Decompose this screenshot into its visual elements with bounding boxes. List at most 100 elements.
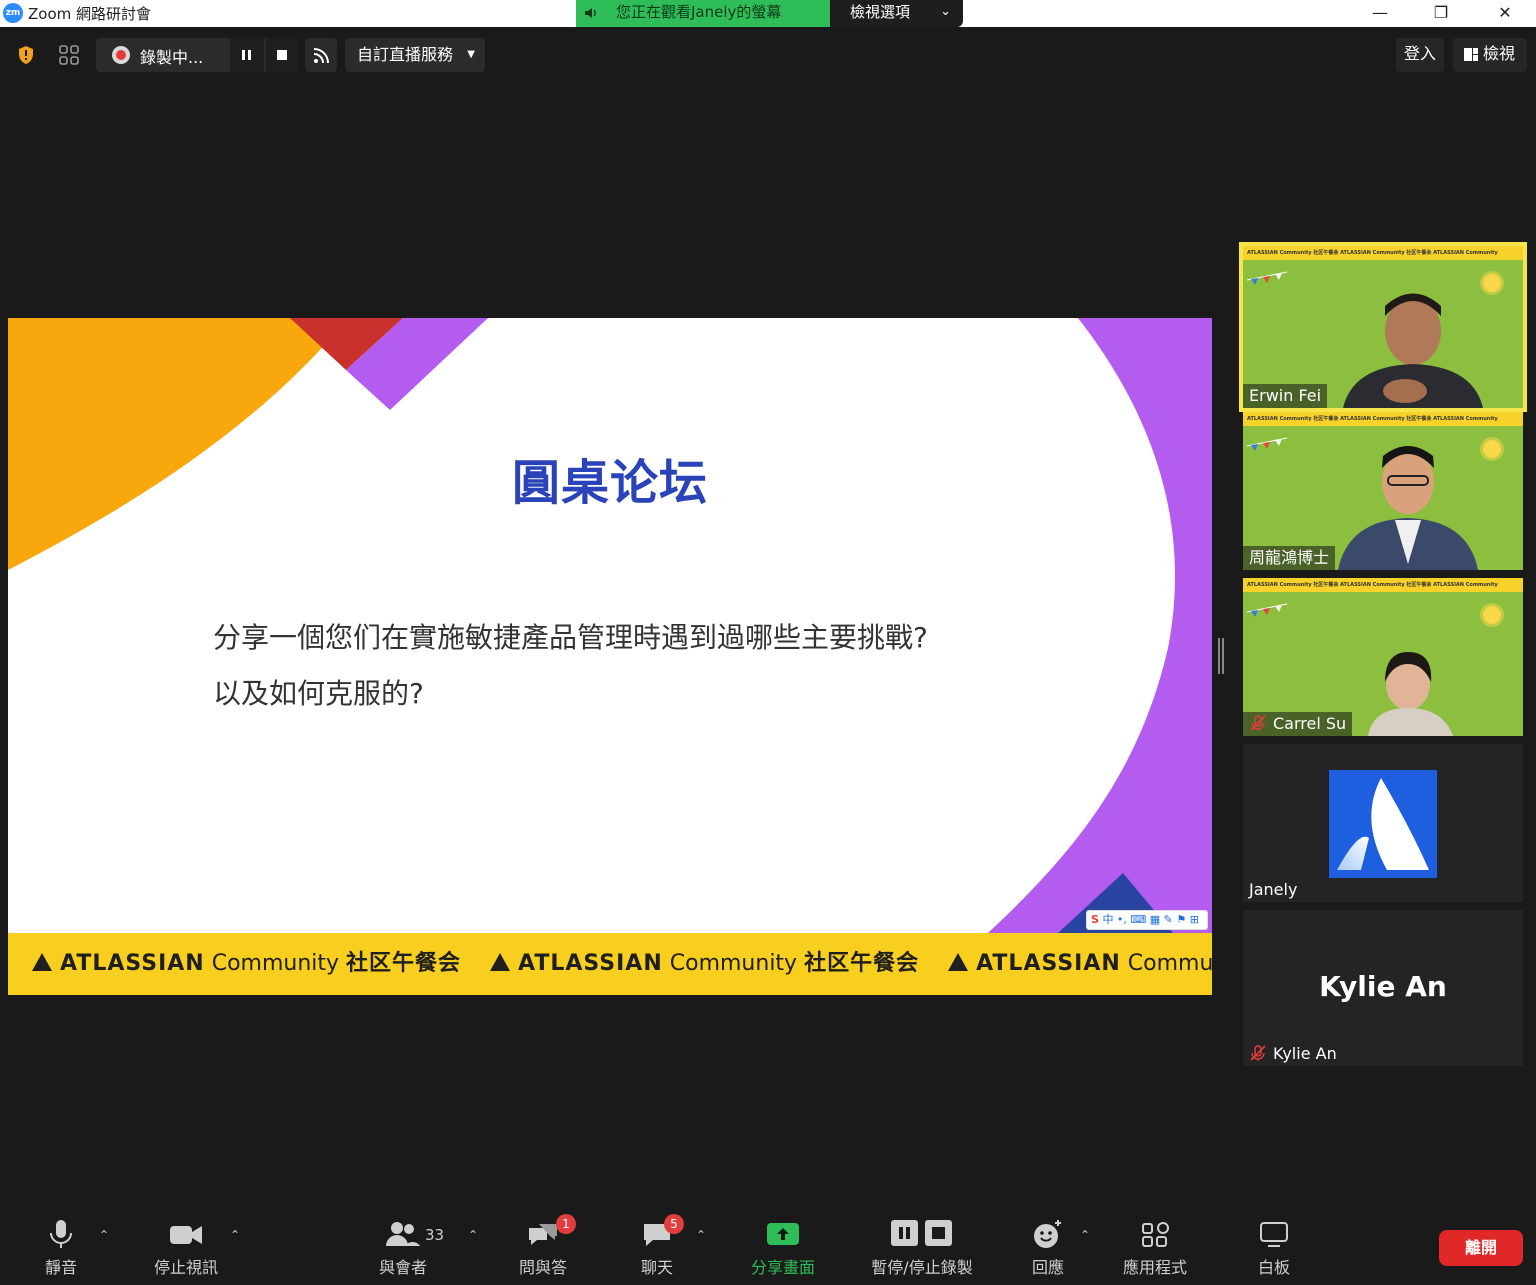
atlassian-logo-icon bbox=[948, 953, 969, 971]
qa-label: 問與答 bbox=[518, 1258, 567, 1277]
participant-tile-erwin-fei[interactable]: ATLASSIAN Community 社区午餐会 ATLASSIAN Comm… bbox=[1239, 242, 1527, 412]
pause-stop-recording-label: 暫停/停止錄製 bbox=[871, 1258, 973, 1277]
participant-tile-kylie-an[interactable]: Kylie An Kylie An bbox=[1243, 910, 1523, 1066]
participants-icon bbox=[386, 1222, 420, 1246]
participants-options-caret[interactable]: ⌃ bbox=[468, 1228, 478, 1242]
share-screen-label: 分享畫面 bbox=[750, 1258, 815, 1277]
participant-name-tag: Kylie An bbox=[1243, 1042, 1343, 1066]
stop-recording-button[interactable] bbox=[266, 38, 298, 72]
background-band-text: ATLASSIAN Community 社区午餐会 ATLASSIAN Comm… bbox=[1243, 246, 1523, 260]
apps-button[interactable]: 應用程式 bbox=[1118, 1218, 1192, 1278]
footer-brand: ATLASSIAN bbox=[518, 951, 663, 976]
atlassian-footer-band: ATLASSIAN Community 社区午餐会 ATLASSIAN Comm… bbox=[8, 933, 1212, 995]
stop-video-button[interactable]: 停止視訊 bbox=[145, 1218, 227, 1278]
caret-down-icon: ▼ bbox=[467, 49, 475, 60]
sign-in-button[interactable]: 登入 bbox=[1396, 38, 1444, 72]
microphone-icon bbox=[50, 1220, 72, 1248]
minimize-button[interactable]: — bbox=[1357, 0, 1403, 27]
audio-options-caret[interactable]: ⌃ bbox=[99, 1228, 109, 1242]
pause-recording-button[interactable] bbox=[230, 38, 264, 72]
background-band-text: ATLASSIAN Community 社区午餐会 ATLASSIAN Comm… bbox=[1243, 412, 1523, 426]
footer-brand: ATLASSIAN bbox=[976, 951, 1121, 976]
app-title: Zoom 網路研討會 bbox=[28, 5, 152, 23]
view-label: 檢視 bbox=[1483, 44, 1516, 63]
atlassian-avatar bbox=[1329, 770, 1437, 878]
mute-button[interactable]: 靜音 bbox=[30, 1218, 92, 1278]
qa-badge: 1 bbox=[556, 1214, 576, 1234]
bunting-icon bbox=[1247, 271, 1288, 285]
chat-button[interactable]: 5 聊天 bbox=[630, 1214, 684, 1278]
reactions-label: 回應 bbox=[1031, 1258, 1064, 1277]
participant-name-tag: Erwin Fei bbox=[1243, 384, 1328, 408]
panel-splitter-handle[interactable] bbox=[1218, 638, 1224, 674]
close-button[interactable]: ✕ bbox=[1482, 0, 1528, 27]
video-options-caret[interactable]: ⌃ bbox=[230, 1228, 240, 1242]
custom-live-stream-button[interactable]: 自訂直播服務 ▼ bbox=[345, 38, 485, 72]
footer-item: ATLASSIAN Community 社区午餐会 bbox=[490, 933, 919, 995]
sun-icon bbox=[1483, 440, 1501, 458]
top-toolbar: 錄製中... 自訂直播服務 ▼ 登入 檢視 bbox=[0, 27, 1536, 85]
restore-button[interactable]: ❐ bbox=[1418, 0, 1464, 27]
chat-options-caret[interactable]: ⌃ bbox=[696, 1228, 706, 1242]
live-stream-label: 自訂直播服務 bbox=[357, 45, 454, 64]
footer-suffix: 社区午餐会 bbox=[804, 951, 920, 976]
reactions-options-caret[interactable]: ⌃ bbox=[1080, 1228, 1090, 1242]
participants-label: 與會者 bbox=[378, 1258, 427, 1277]
chat-label: 聊天 bbox=[640, 1258, 673, 1277]
background-band-text: ATLASSIAN Community 社区午餐会 ATLASSIAN Comm… bbox=[1243, 578, 1523, 592]
pause-stop-recording-button[interactable]: 暫停/停止錄製 bbox=[862, 1218, 982, 1278]
footer-community: Community bbox=[1127, 951, 1212, 976]
participant-tile-carrel-su[interactable]: ATLASSIAN Community 社区午餐会 ATLASSIAN Comm… bbox=[1243, 578, 1523, 736]
security-shield-icon[interactable] bbox=[17, 45, 35, 65]
bunting-icon bbox=[1247, 437, 1288, 451]
atlassian-logo-icon bbox=[1337, 778, 1429, 870]
participant-name-tag: 周龍鴻博士 bbox=[1243, 546, 1336, 570]
whiteboard-label: 白板 bbox=[1257, 1258, 1290, 1277]
participant-name: Kylie An bbox=[1273, 1044, 1337, 1063]
participant-tile-dr-zhou[interactable]: ATLASSIAN Community 社区午餐会 ATLASSIAN Comm… bbox=[1243, 412, 1523, 570]
stop-icon bbox=[277, 50, 287, 60]
participant-name: Carrel Su bbox=[1273, 714, 1347, 733]
record-dot-icon bbox=[112, 46, 130, 64]
pause-icon bbox=[242, 50, 251, 60]
video-person bbox=[1368, 652, 1453, 736]
apps-icon bbox=[1142, 1222, 1169, 1247]
screen-share-banner: 您正在觀看Janely的螢幕 bbox=[576, 0, 830, 27]
grid-view-icon[interactable] bbox=[58, 44, 80, 66]
video-camera-icon bbox=[170, 1226, 202, 1244]
leave-button[interactable]: 離開 bbox=[1439, 1230, 1523, 1266]
participant-name-tag: Carrel Su bbox=[1243, 712, 1353, 736]
atlassian-logo-icon bbox=[32, 953, 52, 971]
footer-item: ATLASSIAN Community 社区午餐会 bbox=[32, 933, 461, 995]
participant-tile-janely[interactable]: Janely bbox=[1243, 744, 1523, 902]
meeting-controls-bar: 靜音 ⌃ 停止視訊 ⌃ 與會者 33 ⌃ 1 問與答 5 聊天 ⌃ 分享畫面 暫… bbox=[0, 1208, 1536, 1285]
live-stream-status-button[interactable] bbox=[305, 38, 337, 72]
recording-label: 錄製中... bbox=[140, 48, 204, 67]
reactions-button[interactable]: 回應 bbox=[1022, 1218, 1074, 1278]
mute-label: 靜音 bbox=[44, 1258, 77, 1277]
footer-brand: ATLASSIAN bbox=[60, 951, 205, 976]
question-line-1: 分享一個您们在實施敏捷產品管理時遇到過哪些主要挑戰? bbox=[213, 621, 928, 654]
sun-icon bbox=[1483, 274, 1501, 292]
share-banner-text: 您正在觀看Janely的螢幕 bbox=[616, 3, 782, 21]
shared-screen-slide: 圓桌论坛 分享一個您们在實施敏捷產品管理時遇到過哪些主要挑戰? 以及如何克服的?… bbox=[8, 318, 1212, 995]
whiteboard-icon bbox=[1260, 1222, 1288, 1247]
whiteboard-button[interactable]: 白板 bbox=[1250, 1218, 1298, 1278]
footer-community: Community bbox=[669, 951, 798, 976]
ime-toolbar-text: 中 •, ⌨ ▦ ✎ ⚑ ⊞ bbox=[1102, 913, 1199, 926]
pause-stop-icon bbox=[891, 1220, 952, 1246]
stop-video-label: 停止視訊 bbox=[153, 1258, 218, 1277]
ime-toolbar[interactable]: S 中 •, ⌨ ▦ ✎ ⚑ ⊞ bbox=[1086, 910, 1208, 930]
participant-display-name: Kylie An bbox=[1319, 970, 1447, 1003]
slide-question: 分享一個您们在實施敏捷產品管理時遇到過哪些主要挑戰? 以及如何克服的? bbox=[213, 610, 1033, 722]
broadcast-icon bbox=[313, 48, 329, 64]
slide-title: 圓桌论坛 bbox=[511, 455, 708, 511]
video-person bbox=[1338, 446, 1478, 570]
view-options-button[interactable]: 檢視選項 ⌄ bbox=[830, 0, 963, 27]
view-button[interactable]: 檢視 bbox=[1453, 38, 1527, 72]
participant-name-tag: Janely bbox=[1249, 880, 1298, 899]
qa-button[interactable]: 1 問與答 bbox=[510, 1214, 576, 1278]
chat-badge: 5 bbox=[664, 1214, 684, 1234]
speaker-icon bbox=[585, 8, 596, 18]
share-screen-button[interactable]: 分享畫面 bbox=[744, 1218, 822, 1278]
